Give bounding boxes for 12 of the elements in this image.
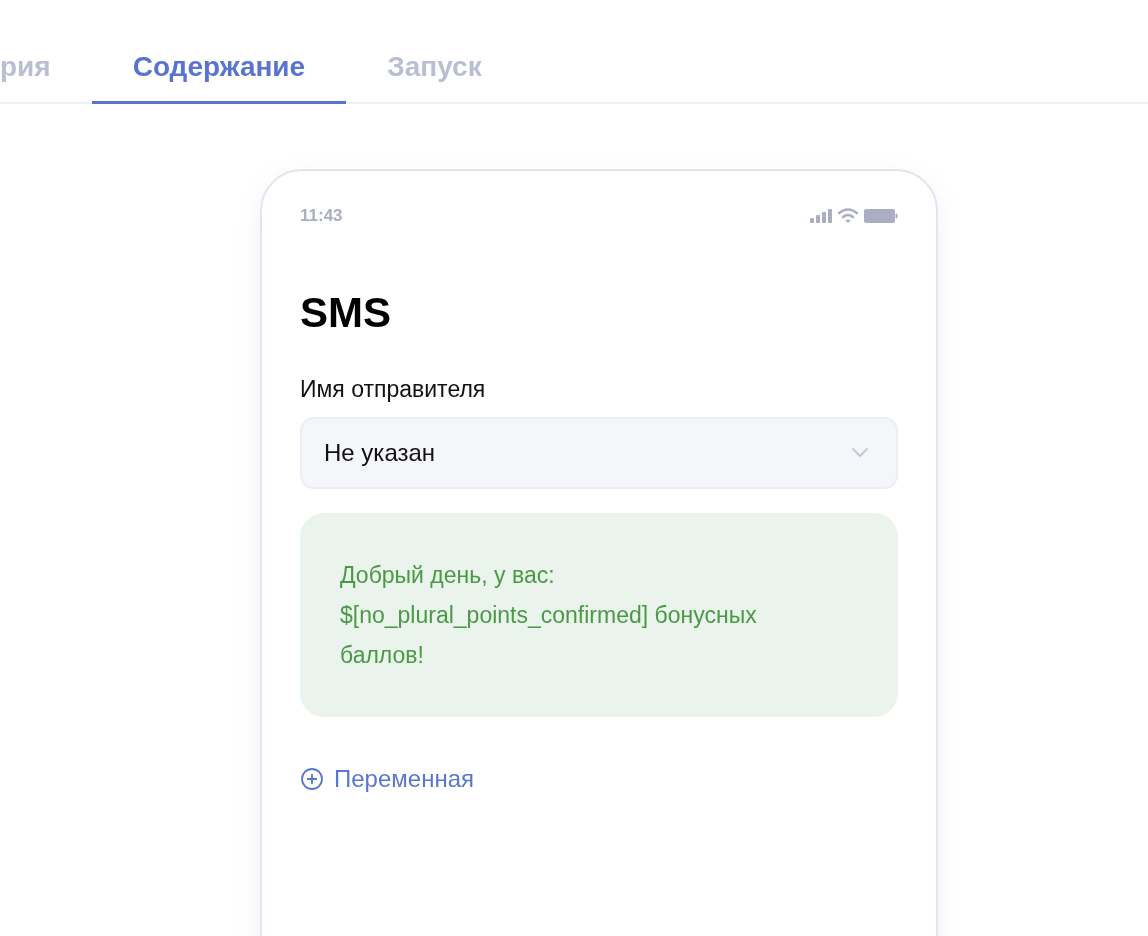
screen-title: SMS bbox=[300, 288, 392, 338]
field-label: Имя отправителя bbox=[300, 376, 487, 404]
tab[interactable]: Содержание bbox=[91, 0, 347, 104]
status-time: 11:43 bbox=[300, 206, 343, 226]
signal-icon bbox=[810, 209, 832, 223]
sender-select[interactable]: Не указан bbox=[300, 417, 898, 490]
add-variable-link[interactable]: Переменная bbox=[300, 765, 474, 794]
plus-circle-icon bbox=[300, 767, 324, 792]
wifi-icon bbox=[838, 208, 858, 224]
message-text: Добрый день, у вас: $[no_plural_points_confirmed] бонусных баллов! bbox=[340, 561, 758, 671]
battery-icon bbox=[864, 209, 898, 223]
chevron-down-icon bbox=[852, 448, 868, 459]
